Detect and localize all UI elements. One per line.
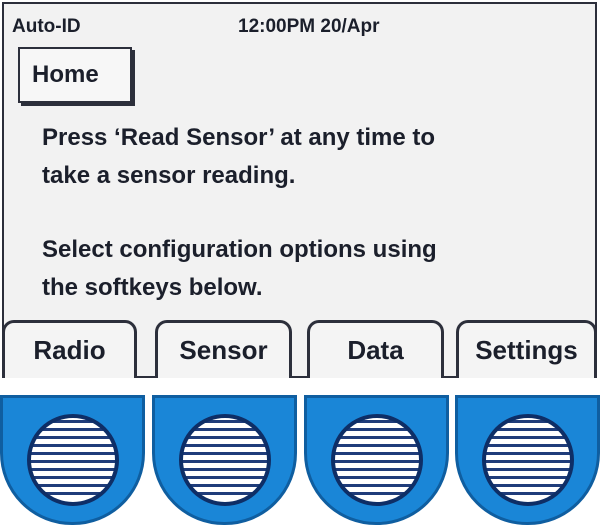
striped-circle-icon bbox=[177, 412, 273, 508]
status-bar: Auto-ID 12:00PM 20/Apr bbox=[10, 12, 589, 38]
hardware-key-radio[interactable] bbox=[0, 395, 145, 525]
message-line: take a sensor reading. bbox=[42, 162, 296, 189]
instruction-softkeys: Select configuration options using the s… bbox=[42, 231, 437, 307]
striped-circle-icon bbox=[480, 412, 576, 508]
softkey-radio[interactable]: Radio bbox=[2, 320, 137, 378]
striped-circle-icon bbox=[25, 412, 121, 508]
hardware-key-sensor[interactable] bbox=[152, 395, 297, 525]
softkey-sensor[interactable]: Sensor bbox=[155, 320, 292, 378]
message-line: Select configuration options using bbox=[42, 236, 437, 263]
mode-label: Auto-ID bbox=[12, 16, 81, 37]
striped-circle-icon bbox=[329, 412, 425, 508]
page-title: Home bbox=[18, 47, 132, 103]
message-line: Press ‘Read Sensor’ at any time to bbox=[42, 124, 436, 151]
softkey-bar: Radio Sensor Data Settings bbox=[0, 320, 600, 378]
hardware-key-settings[interactable] bbox=[455, 395, 600, 525]
softkey-data[interactable]: Data bbox=[307, 320, 444, 378]
instruction-read-sensor: Press ‘Read Sensor’ at any time to take … bbox=[42, 119, 435, 195]
softkey-settings[interactable]: Settings bbox=[456, 320, 597, 378]
message-line: the softkeys below. bbox=[42, 274, 263, 301]
time-date: 12:00PM 20/Apr bbox=[238, 16, 380, 37]
hardware-key-data[interactable] bbox=[304, 395, 449, 525]
hardware-keypad bbox=[0, 395, 600, 530]
